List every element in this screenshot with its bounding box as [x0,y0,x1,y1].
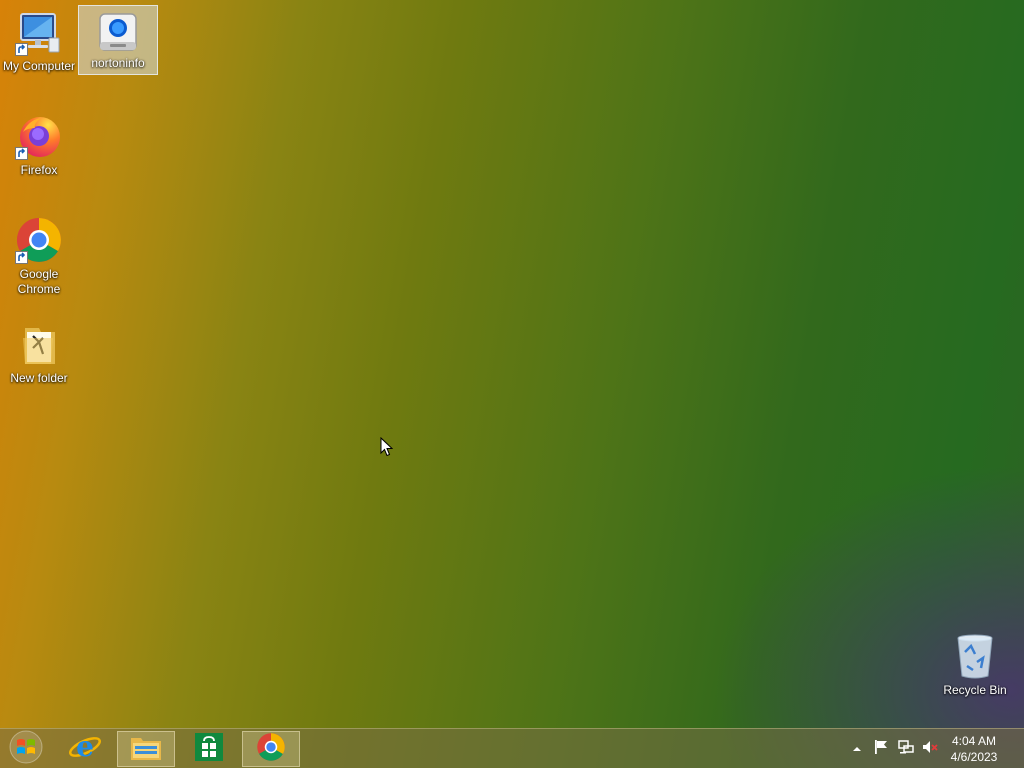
desktop-icon-nortoninfo[interactable]: nortoninfo [78,5,158,75]
volume-button[interactable] [921,729,939,768]
chrome-icon [15,216,63,264]
action-center-button[interactable] [872,729,890,768]
taskbar-windows-store[interactable] [180,731,238,767]
computer-monitor-icon [15,8,63,56]
internet-explorer-icon: e [68,730,102,768]
show-hidden-icons-chevron-icon [852,740,862,758]
taskbar-google-chrome[interactable] [242,731,300,767]
norton-drive-icon [94,8,142,56]
start-button[interactable] [0,730,52,768]
file-explorer-icon [129,732,163,767]
svg-text:e: e [76,730,94,763]
shortcut-arrow-icon [15,147,28,160]
desktop-icon-firefox[interactable]: Firefox [0,112,78,178]
taskbar-file-explorer[interactable] [117,731,175,767]
windows-start-icon [9,730,43,768]
firefox-icon [15,112,63,160]
mouse-pointer-icon [380,436,394,462]
clock-time: 4:04 AM [951,734,997,748]
desktop-icon-label: Recycle Bin [943,683,1007,697]
volume-muted-icon [922,739,938,760]
clock-date: 4/6/2023 [950,750,998,764]
network-icon [898,739,914,760]
shortcut-arrow-icon [15,43,28,56]
taskbar-internet-explorer[interactable]: e [56,730,114,768]
action-center-flag-icon [873,739,889,760]
desktop-icon-label: New folder [10,371,68,385]
shortcut-arrow-icon [15,251,28,264]
chrome-icon [256,732,286,767]
show-hidden-icons-button[interactable] [850,729,864,768]
system-clock[interactable]: 4:04 AM 4/6/2023 [944,733,1004,765]
folder-icon [15,320,63,368]
desktop-icon-label: Google Chrome [17,267,61,296]
desktop-icon-my-computer[interactable]: My Computer [0,8,78,74]
desktop-icon-new-folder[interactable]: New folder [0,320,78,386]
desktop-icon-label: nortoninfo [91,56,145,70]
desktop[interactable]: My Computer nortoninfo Firefox Google Ch… [0,0,1024,768]
desktop-icon-google-chrome[interactable]: Google Chrome [0,216,78,297]
network-button[interactable] [897,729,915,768]
store-icon [194,732,224,767]
desktop-icon-label: My Computer [2,59,76,73]
desktop-icon-recycle-bin[interactable]: Recycle Bin [936,632,1014,698]
taskbar: e 4:04 AM 4/6/2023 [0,728,1024,768]
recycle-bin-icon [951,632,999,680]
desktop-icon-label: Firefox [20,163,58,177]
